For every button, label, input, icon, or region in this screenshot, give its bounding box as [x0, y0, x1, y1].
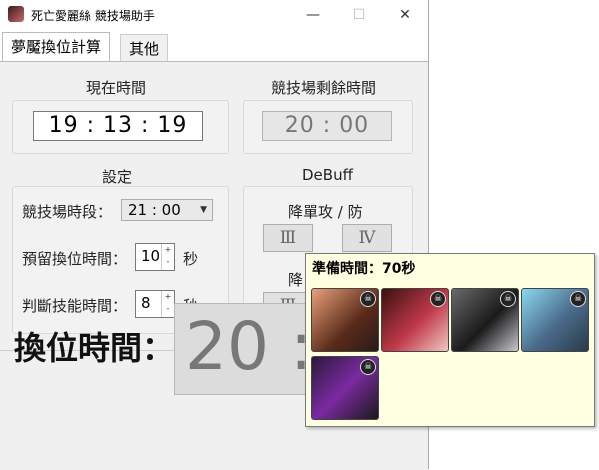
arena-remaining-label: 競技場剩餘時間	[271, 79, 377, 97]
arena-remaining-group: 20 : 00	[243, 100, 413, 154]
tab-swap-calc[interactable]: 夢魘換位計算	[2, 32, 111, 63]
chevron-down-icon: ▼	[200, 205, 207, 215]
window-title: 死亡愛麗絲 競技場助手	[31, 9, 155, 23]
skull-icon: ☠	[360, 291, 376, 307]
character-portrait: ☠	[521, 288, 589, 352]
stepper-buttons[interactable]: + -	[161, 291, 174, 317]
maximize-button[interactable]: ☐	[336, 0, 382, 30]
character-portrait: ☠	[311, 288, 379, 352]
character-portrait: ☠	[311, 356, 379, 420]
title-bar: 死亡愛麗絲 競技場助手 — ☐ ✕	[0, 0, 428, 30]
judge-time-label: 判斷技能時間：	[22, 297, 128, 315]
close-button[interactable]: ✕	[382, 0, 428, 30]
judge-time-stepper[interactable]: 8 + -	[135, 290, 175, 318]
arena-period-label: 競技場時段：	[22, 203, 113, 221]
reserve-unit: 秒	[183, 250, 199, 268]
minimize-button[interactable]: —	[290, 0, 336, 30]
debuff-single-label: 降單攻 / 防	[288, 203, 363, 221]
arena-remaining-display: 20 : 00	[262, 111, 392, 141]
debuff-label: DeBuff	[302, 166, 353, 184]
arena-period-select[interactable]: 21 : 00 ▼	[121, 199, 213, 221]
tab-other[interactable]: 其他	[120, 34, 169, 62]
skull-icon: ☠	[500, 291, 516, 307]
skull-icon: ☠	[430, 291, 446, 307]
current-time-display: 19 : 13 : 19	[33, 111, 203, 141]
tab-strip: 夢魘換位計算 其他	[0, 32, 428, 63]
reserve-time-label: 預留換位時間：	[22, 250, 128, 268]
settings-label: 設定	[102, 168, 133, 186]
stepper-buttons[interactable]: + -	[161, 244, 174, 270]
arena-period-value: 21 : 00	[128, 201, 181, 219]
judge-time-value: 8	[141, 294, 151, 312]
reserve-time-value: 10	[141, 247, 161, 265]
reserve-time-stepper[interactable]: 10 + -	[135, 243, 175, 271]
current-time-label: 現在時間	[86, 79, 147, 97]
character-portrait: ☠	[451, 288, 519, 352]
debuff-group2-label: 降	[288, 271, 304, 289]
skull-icon: ☠	[360, 359, 376, 375]
debuff-single-iii-button[interactable]: Ⅲ	[263, 224, 313, 252]
tooltip-title: 準備時間：70秒	[312, 261, 416, 277]
debuff-single-iv-button[interactable]: Ⅳ	[342, 224, 392, 252]
app-icon	[8, 6, 24, 22]
preparation-tooltip: 準備時間：70秒 ☠ ☠ ☠ ☠ ☠	[305, 253, 595, 427]
swap-time-label: 換位時間：	[14, 329, 175, 367]
current-time-group: 19 : 13 : 19	[12, 100, 229, 154]
character-portrait: ☠	[381, 288, 449, 352]
skull-icon: ☠	[570, 291, 586, 307]
